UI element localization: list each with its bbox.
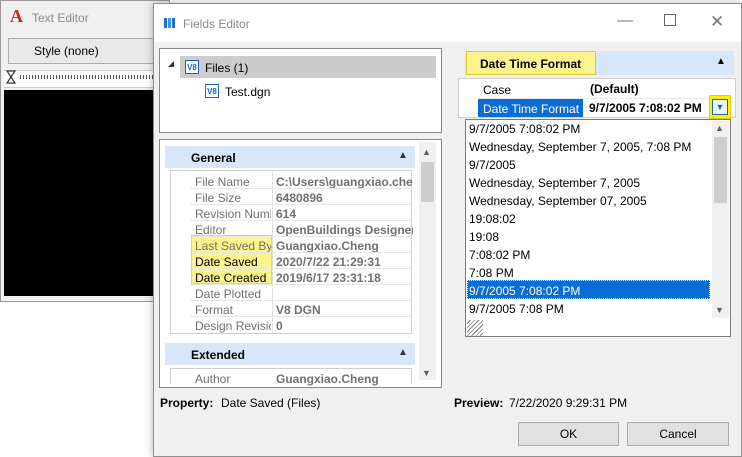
- format-option[interactable]: 7:08:02 PM: [469, 248, 530, 262]
- format-option[interactable]: 19:08: [469, 230, 499, 244]
- row-divider: [190, 236, 412, 237]
- preview-value: 7/22/2020 9:29:31 PM: [509, 396, 628, 410]
- prop-name-case[interactable]: Case: [483, 83, 511, 97]
- prop-name-file-name[interactable]: File Name: [195, 175, 271, 189]
- row-divider: [190, 252, 412, 253]
- format-option[interactable]: Wednesday, September 07, 2005: [469, 194, 647, 208]
- chevron-down-icon[interactable]: ▼: [712, 99, 728, 115]
- format-option[interactable]: Wednesday, September 7, 2005, 7:08 PM: [469, 140, 691, 154]
- maximize-button[interactable]: [664, 14, 676, 26]
- resize-grip-icon[interactable]: [467, 320, 483, 336]
- indent-marker-icon[interactable]: [6, 70, 16, 84]
- minimize-button[interactable]: —: [617, 12, 633, 30]
- chevron-up-icon[interactable]: ▲: [716, 56, 726, 67]
- text-editor-canvas[interactable]: [4, 90, 170, 296]
- tree-item-files-label[interactable]: Files (1): [205, 61, 248, 75]
- tree-item-test-dgn[interactable]: Test.dgn: [225, 85, 270, 99]
- format-option[interactable]: 7:08 PM: [469, 266, 514, 280]
- prop-name-design-revision[interactable]: Design Revisio: [195, 319, 271, 333]
- prop-name-format[interactable]: Format: [195, 303, 271, 317]
- prop-value-design-revision: 0: [276, 319, 283, 333]
- prop-value-case[interactable]: (Default): [590, 82, 639, 96]
- prop-name-last-saved-by[interactable]: Last Saved By: [195, 239, 271, 253]
- prop-value-date-created: 2019/6/17 23:31:18: [276, 271, 381, 285]
- close-button[interactable]: ✕: [710, 12, 724, 32]
- dropdown-scrollbar-thumb[interactable]: [714, 137, 727, 203]
- prop-name-revision-number[interactable]: Revision Numb: [195, 207, 271, 221]
- row-divider: [190, 284, 412, 285]
- fields-editor-title: Fields Editor: [183, 17, 250, 31]
- prop-name-date-created[interactable]: Date Created: [195, 271, 271, 285]
- format-option-selected[interactable]: 9/7/2005 7:08:02 PM: [469, 284, 580, 298]
- property-label: Property:: [160, 396, 214, 410]
- style-dropdown-label: Style (none): [34, 44, 99, 58]
- format-option[interactable]: 9/7/2005: [469, 158, 516, 172]
- row-divider: [190, 316, 412, 317]
- prop-value-revision-number: 614: [276, 207, 297, 221]
- format-option[interactable]: Wednesday, September 7, 2005: [469, 176, 640, 190]
- prop-name-date-plotted[interactable]: Date Plotted: [195, 287, 271, 301]
- format-option[interactable]: 9/7/2005 7:08 PM: [469, 302, 564, 316]
- general-group-title: General: [191, 151, 236, 165]
- v8-file-icon: V8: [205, 84, 219, 98]
- format-option[interactable]: 19:08:02: [469, 212, 516, 226]
- scroll-down-icon[interactable]: ▼: [422, 368, 431, 378]
- scroll-up-icon[interactable]: ▲: [715, 123, 724, 133]
- prop-value-last-saved-by: Guangxiao.Cheng: [276, 239, 379, 253]
- scroll-down-icon[interactable]: ▼: [715, 305, 724, 315]
- extended-group-title: Extended: [191, 348, 246, 362]
- text-ruler[interactable]: [4, 70, 169, 88]
- ok-button[interactable]: OK: [518, 422, 619, 446]
- prop-name-author[interactable]: Author: [195, 372, 271, 386]
- prop-value-file-name: C:\Users\guangxiao.che: [276, 175, 413, 189]
- scroll-up-icon[interactable]: ▲: [422, 147, 431, 157]
- fields-editor-app-icon: [164, 18, 175, 28]
- row-divider: [190, 220, 412, 221]
- row-divider: [190, 204, 412, 205]
- ruler-ticks: [20, 75, 165, 79]
- prop-value-date-saved: 2020/7/22 21:29:31: [276, 255, 381, 269]
- preview-label: Preview:: [454, 396, 504, 410]
- chevron-up-icon[interactable]: ▲: [398, 347, 408, 358]
- date-time-format-value[interactable]: 9/7/2005 7:08:02 PM: [589, 101, 702, 115]
- prop-value-format: V8 DGN: [276, 303, 321, 317]
- prop-value-editor: OpenBuildings Designer: [276, 223, 413, 237]
- chevron-up-icon[interactable]: ▲: [398, 150, 408, 161]
- property-value: Date Saved (Files): [221, 396, 321, 410]
- prop-name-file-size[interactable]: File Size: [195, 191, 271, 205]
- prop-value-author: Guangxiao.Cheng: [276, 372, 379, 386]
- row-divider: [190, 188, 412, 189]
- prop-name-editor[interactable]: Editor: [195, 223, 271, 237]
- row-divider: [190, 300, 412, 301]
- tree-expand-arrow-icon[interactable]: [168, 61, 174, 67]
- text-editor-logo-icon: A: [10, 6, 23, 26]
- properties-scrollbar-thumb[interactable]: [421, 162, 434, 202]
- prop-value-file-size: 6480896: [276, 191, 323, 205]
- format-group-title: Date Time Format: [480, 57, 582, 71]
- text-editor-title: Text Editor: [32, 11, 89, 25]
- row-divider: [190, 268, 412, 269]
- prop-name-date-time-format[interactable]: Date Time Format: [483, 102, 579, 116]
- cancel-button[interactable]: Cancel: [627, 422, 729, 446]
- prop-name-date-saved[interactable]: Date Saved: [195, 255, 271, 269]
- v8-file-icon: V8: [185, 60, 199, 74]
- format-option[interactable]: 9/7/2005 7:08:02 PM: [469, 122, 580, 136]
